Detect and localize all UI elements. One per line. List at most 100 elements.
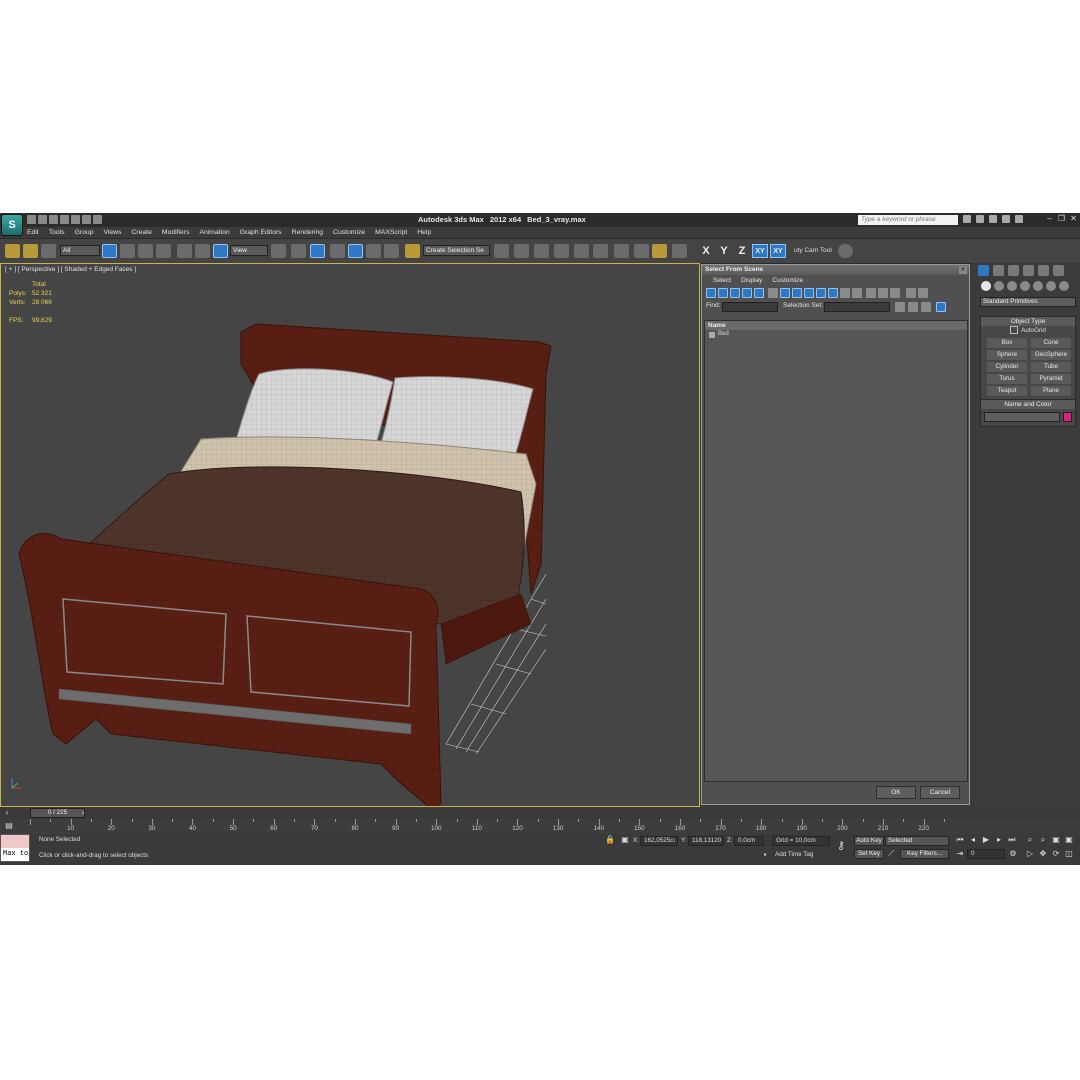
previous-frame-icon[interactable]: ◂ [968,835,978,845]
menu-tools[interactable]: Tools [44,227,70,238]
selection-set-dropdown[interactable] [824,302,890,312]
dialog-close-icon[interactable]: ✕ [959,266,967,274]
help-search-input[interactable]: Type a keyword or phrase [858,215,958,225]
display-tab-icon[interactable] [1038,265,1049,276]
select-invert-icon[interactable] [890,288,900,298]
percent-snap-icon[interactable] [366,244,381,258]
create-tab-icon[interactable] [978,265,989,276]
autogrid-checkbox[interactable]: AutoGrid [981,326,1075,336]
axis-plane-button[interactable]: XY [770,244,786,258]
selset-highlight-icon[interactable] [936,302,946,312]
menu-create[interactable]: Create [127,227,157,238]
display-all-icon[interactable] [852,288,862,298]
subscription-icon[interactable] [976,215,984,223]
display-helpers-icon[interactable] [754,288,764,298]
axis-xy-button[interactable]: XY [752,244,768,258]
object-color-swatch[interactable] [1063,412,1072,422]
reference-coordinate-dropdown[interactable]: View [230,245,268,256]
utilities-tab-icon[interactable] [1053,265,1064,276]
menu-views[interactable]: Views [98,227,126,238]
x-coordinate-field[interactable]: 162,0525cı [640,836,678,846]
list-item[interactable]: Bed [705,330,967,339]
search-icon[interactable] [963,215,971,223]
list-column-name[interactable]: Name [705,321,967,330]
key-icon[interactable]: ⚷ [836,841,846,852]
key-filters-button[interactable]: Key Filters... [900,849,949,859]
new-icon[interactable] [27,215,36,224]
systems-category-icon[interactable] [1059,281,1069,291]
display-lights-icon[interactable] [730,288,740,298]
rotate-icon[interactable] [195,244,210,258]
help-icon[interactable] [1015,215,1023,223]
goto-start-icon[interactable]: ⏮ [955,835,965,845]
zoom-icon[interactable]: ⌕ [1025,835,1035,845]
spacewarps-category-icon[interactable] [1046,281,1056,291]
edit-named-selection-icon[interactable] [405,244,420,258]
time-slider-thumb[interactable]: 0 / 225 [30,808,85,818]
select-none-icon[interactable] [878,288,888,298]
scene-object-list[interactable]: Name Bed [704,320,968,782]
modify-tab-icon[interactable] [993,265,1004,276]
display-containers-icon[interactable] [816,288,826,298]
angle-snap-icon[interactable] [348,244,363,258]
move-icon[interactable] [177,244,192,258]
time-configuration-icon[interactable]: ⚙ [1008,849,1018,859]
select-object-icon[interactable] [102,244,117,258]
spinner-snap-icon[interactable] [384,244,399,258]
select-manipulate-icon[interactable] [291,244,306,258]
sync-selection-icon[interactable] [918,288,928,298]
menu-rendering[interactable]: Rendering [287,227,328,238]
schematic-view-icon[interactable] [593,244,608,258]
mini-curve-editor-icon[interactable]: ▤ [4,821,14,831]
render-production-icon[interactable] [672,244,687,258]
time-tag-icon[interactable]: ▪ [760,850,770,860]
display-frozen-icon[interactable] [828,288,838,298]
graphite-ribbon-icon[interactable] [554,244,569,258]
selset-add-icon[interactable] [908,302,918,312]
perspective-viewport[interactable]: [ + ] [ Perspective ] [ Shaded + Edged F… [0,263,700,807]
box-button[interactable]: Box [987,338,1027,348]
orbit-icon[interactable]: ⟳ [1051,849,1061,859]
selection-filter-dropdown[interactable]: All [60,245,100,256]
zoom-extents-all-icon[interactable]: ▣ [1064,835,1074,845]
display-bones-icon[interactable] [804,288,814,298]
shapes-category-icon[interactable] [994,281,1004,291]
plane-button[interactable]: Plane [1031,386,1071,396]
play-icon[interactable]: ▶ [981,835,991,845]
close-icon[interactable]: ✕ [1069,214,1078,223]
dialog-menu-display[interactable]: Display [736,275,767,286]
cam-tool-icon[interactable] [838,244,853,258]
maximize-viewport-icon[interactable]: ◫ [1064,849,1074,859]
torus-button[interactable]: Torus [987,374,1027,384]
slider-prev-icon[interactable]: ‹ [2,808,12,818]
menu-group[interactable]: Group [70,227,99,238]
restore-icon[interactable]: ❐ [1057,214,1066,223]
z-coordinate-field[interactable]: 0,0cm [734,836,764,846]
key-mode-toggle-icon[interactable]: ⇥ [955,849,965,859]
filter-icon[interactable] [906,288,916,298]
selset-edit-icon[interactable] [895,302,905,312]
find-input[interactable] [722,302,778,312]
slider-next-icon[interactable]: › [78,808,88,818]
keyboard-shortcut-override-icon[interactable] [310,244,325,258]
motion-tab-icon[interactable] [1023,265,1034,276]
default-tangent-icon[interactable]: ⟋ [886,849,896,859]
menu-modifiers[interactable]: Modifiers [157,227,195,238]
menu-graph-editors[interactable]: Graph Editors [235,227,287,238]
window-crossing-icon[interactable] [156,244,171,258]
primitive-type-dropdown[interactable]: Standard Primitives [980,297,1076,307]
rendered-frame-window-icon[interactable] [652,244,667,258]
minimize-icon[interactable]: – [1045,214,1054,223]
time-slider[interactable]: ‹ 0 / 225 › [0,808,1080,819]
mirror-icon[interactable] [494,244,509,258]
axis-x-button[interactable]: X [698,244,714,258]
cancel-button[interactable]: Cancel [920,786,960,799]
select-all-icon[interactable] [866,288,876,298]
cameras-category-icon[interactable] [1020,281,1030,291]
y-coordinate-field[interactable]: 118,13120 [688,836,724,846]
display-hidden-icon[interactable] [840,288,850,298]
ok-button[interactable]: OK [876,786,916,799]
undo-icon[interactable] [60,215,69,224]
named-selection-sets-dropdown[interactable]: Create Selection Se [423,245,490,256]
favorites-icon[interactable] [1002,215,1010,223]
